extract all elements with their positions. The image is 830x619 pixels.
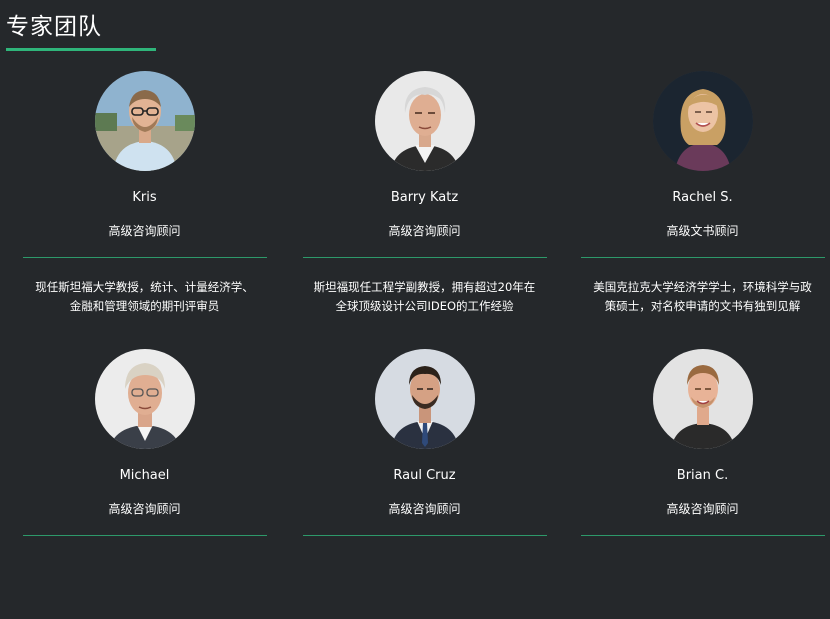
expert-grid: Kris 高级咨询顾问 现任斯坦福大学教授，统计、计量经济学、 金融和管理领域的… (0, 0, 830, 546)
desc-line: 策硕士，对名校申请的文书有独到见解 (604, 299, 801, 313)
desc-line: 美国克拉克大学经济学学士，环境科学与政 (593, 280, 812, 294)
portrait-image (374, 71, 475, 171)
expert-card-brian-c[interactable]: Brian C. 高级咨询顾问 (563, 349, 830, 619)
expert-photo[interactable] (374, 71, 475, 171)
expert-card-rachel-s[interactable]: Rachel S. 高级文书顾问 美国克拉克大学经济学学士，环境科学与政 策硕士… (563, 71, 830, 341)
card-divider (23, 535, 267, 536)
expert-name: Barry Katz (390, 190, 459, 205)
card-divider (23, 257, 267, 258)
expert-photo[interactable] (94, 349, 195, 449)
expert-description: 现任斯坦福大学教授，统计、计量经济学、 金融和管理领域的期刊评审员 (15, 278, 274, 316)
expert-card-barry-katz[interactable]: Barry Katz 高级咨询顾问 斯坦福现任工程学副教授，拥有超过20年在 全… (285, 71, 564, 341)
portrait-image (94, 349, 195, 449)
expert-name: Kris (132, 190, 157, 205)
desc-line: 斯坦福现任工程学副教授，拥有超过20年在 (313, 280, 536, 294)
desc-line: 全球顶级设计公司IDEO的工作经验 (335, 299, 514, 313)
expert-card-raul-cruz[interactable]: Raul Cruz 高级咨询顾问 (285, 349, 564, 619)
expert-role: 高级文书顾问 (666, 224, 739, 238)
expert-description: 美国克拉克大学经济学学士，环境科学与政 策硕士，对名校申请的文书有独到见解 (573, 278, 830, 316)
expert-name: Raul Cruz (393, 468, 456, 483)
expert-photo[interactable] (652, 349, 753, 449)
expert-name: Michael (119, 468, 170, 483)
desc-line: 金融和管理领域的期刊评审员 (69, 299, 220, 313)
expert-name: Brian C. (676, 468, 729, 483)
expert-photo[interactable] (652, 71, 753, 171)
portrait-image (652, 349, 753, 449)
portrait-image (94, 71, 195, 171)
expert-photo[interactable] (94, 71, 195, 171)
expert-role: 高级咨询顾问 (388, 502, 461, 516)
portrait-image (374, 349, 475, 449)
card-divider (581, 535, 825, 536)
expert-photo[interactable] (374, 349, 475, 449)
portrait-image (652, 71, 753, 171)
expert-card-michael[interactable]: Michael 高级咨询顾问 (5, 349, 284, 619)
expert-role: 高级咨询顾问 (388, 224, 461, 238)
expert-name: Rachel S. (672, 190, 733, 205)
card-divider (303, 257, 547, 258)
expert-description: 斯坦福现任工程学副教授，拥有超过20年在 全球顶级设计公司IDEO的工作经验 (295, 278, 554, 316)
expert-role: 高级咨询顾问 (666, 502, 739, 516)
card-divider (303, 535, 547, 536)
card-divider (581, 257, 825, 258)
desc-line: 现任斯坦福大学教授，统计、计量经济学、 (35, 280, 254, 294)
expert-role: 高级咨询顾问 (108, 502, 181, 516)
expert-card-kris[interactable]: Kris 高级咨询顾问 现任斯坦福大学教授，统计、计量经济学、 金融和管理领域的… (5, 71, 284, 341)
expert-role: 高级咨询顾问 (108, 224, 181, 238)
